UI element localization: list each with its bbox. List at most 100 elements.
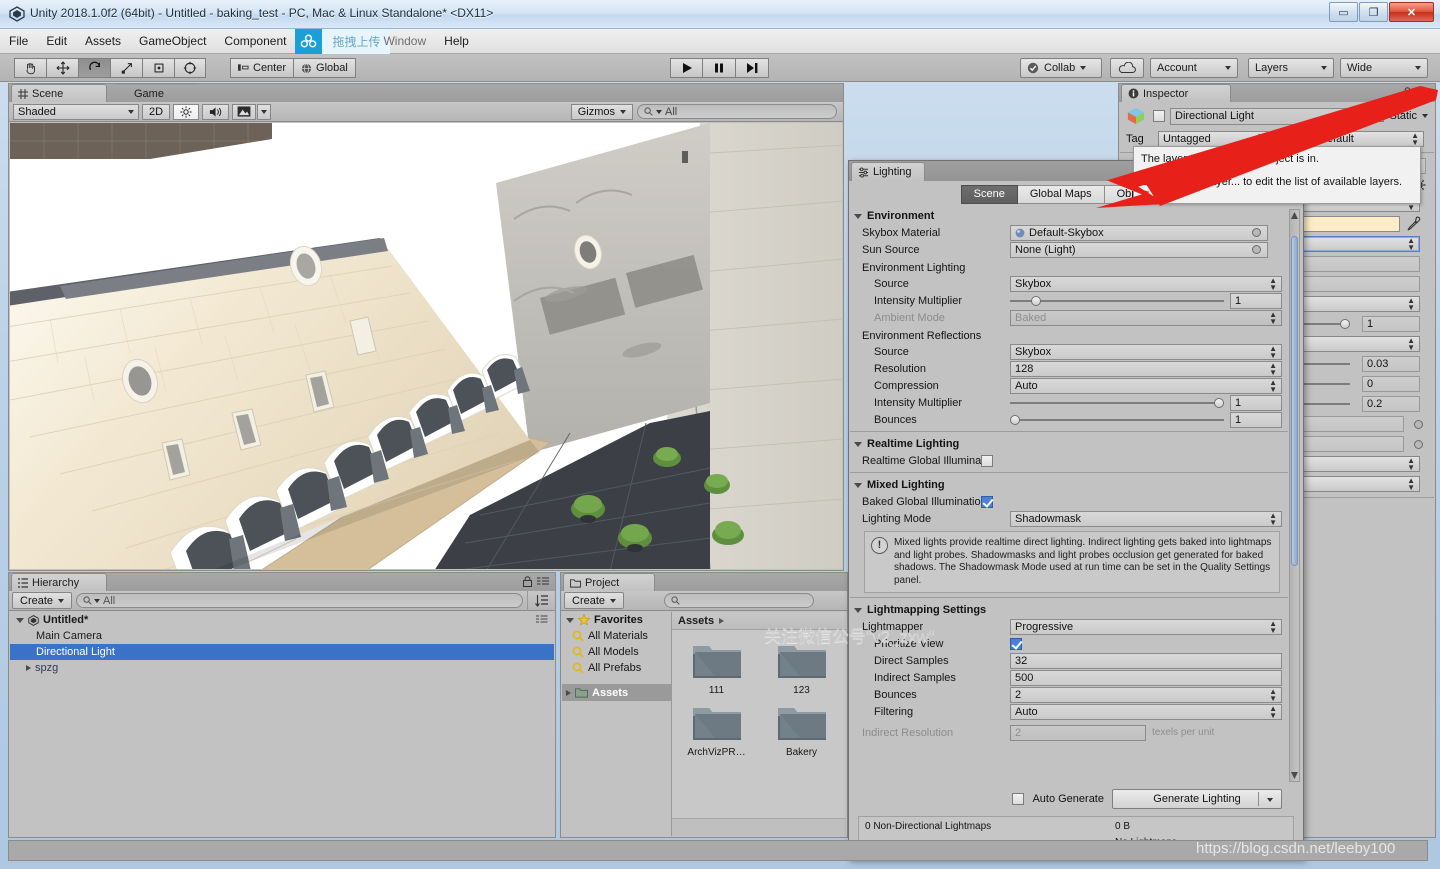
section-lightmapping-settings[interactable]: Lightmapping Settings	[850, 601, 1288, 618]
tab-lighting[interactable]: Lighting	[851, 162, 925, 181]
favorite-all-materials[interactable]: All Materials	[562, 628, 671, 644]
section-realtime-lighting[interactable]: Realtime Lighting	[850, 435, 1288, 452]
prioritize-view-checkbox[interactable]	[1010, 637, 1022, 650]
tab-inspector[interactable]: Inspector	[1121, 84, 1231, 102]
menu-edit[interactable]: Edit	[37, 31, 76, 51]
scene-viewport[interactable]	[10, 123, 842, 569]
object-picker-icon[interactable]	[1252, 245, 1261, 254]
chevron-right-icon[interactable]	[26, 665, 31, 671]
folder-item[interactable]: ArchVizPR…	[676, 700, 757, 758]
layers-button[interactable]: Layers	[1248, 58, 1334, 78]
project-assets-tree-item[interactable]: Assets	[562, 684, 671, 701]
lock-icon[interactable]	[523, 576, 532, 587]
hierarchy-item-spzg[interactable]: spzg	[10, 660, 554, 676]
section-environment[interactable]: Environment	[850, 207, 1288, 224]
generate-lighting-caret-icon[interactable]	[1267, 798, 1273, 802]
section-mixed-lighting[interactable]: Mixed Lighting	[850, 476, 1288, 493]
eyedropper-icon[interactable]	[1406, 216, 1422, 232]
direct-samples-field[interactable]: 32	[1010, 652, 1282, 669]
project-search-input[interactable]	[664, 593, 815, 608]
hand-tool-button[interactable]	[14, 58, 46, 78]
auto-generate-checkbox[interactable]	[1012, 793, 1025, 805]
sun-source-field[interactable]: None (Light)	[1010, 241, 1268, 258]
hierarchy-create-button[interactable]: Create	[12, 592, 73, 609]
menu-gameobject[interactable]: GameObject	[130, 31, 215, 51]
move-tool-button[interactable]	[46, 58, 78, 78]
transform-tool-button[interactable]	[174, 58, 206, 78]
layout-button[interactable]: Wide	[1340, 58, 1428, 78]
gameobject-enabled-checkbox[interactable]	[1153, 110, 1165, 122]
static-checkbox[interactable]	[1372, 110, 1385, 122]
baked-gi-checkbox[interactable]	[980, 495, 993, 508]
hierarchy-sort-button[interactable]	[527, 590, 555, 611]
project-tree[interactable]: Favorites All Materials All Models All P…	[562, 612, 672, 836]
pivot-mode-button[interactable]: Center	[230, 58, 295, 78]
refl-intensity-slider[interactable]	[1010, 397, 1224, 408]
collab-button[interactable]: Collab	[1020, 58, 1102, 78]
scene-audio-toggle[interactable]	[202, 103, 230, 120]
scene-effects-caret[interactable]	[257, 103, 272, 120]
refl-intensity-value[interactable]: 1	[1230, 394, 1282, 411]
draw-mode-dropdown[interactable]: Shaded	[13, 103, 139, 120]
folder-item[interactable]: Bakery	[761, 700, 842, 758]
menu-window[interactable]: Window	[374, 31, 435, 51]
account-button[interactable]: Account	[1150, 58, 1238, 78]
gizmos-button[interactable]: Gizmos	[570, 103, 633, 120]
refl-compression-dropdown[interactable]: Auto ▲ ▼	[1010, 377, 1282, 394]
hierarchy-tree[interactable]: Untitled* Main Camera Directional Light …	[10, 612, 554, 836]
menu-component[interactable]: Component	[215, 31, 295, 51]
env-intensity-slider[interactable]	[1010, 295, 1224, 306]
env-intensity-value[interactable]: 1	[1230, 292, 1282, 309]
filtering-dropdown[interactable]: Auto ▲ ▼	[1010, 703, 1282, 720]
panel-menu-icon[interactable]	[1417, 88, 1429, 97]
pause-button[interactable]	[703, 58, 736, 78]
tab-scene[interactable]: Scene	[11, 84, 107, 102]
normal-bias-value[interactable]: 0	[1362, 376, 1420, 392]
scale-tool-button[interactable]	[110, 58, 142, 78]
close-button[interactable]: ✕	[1389, 2, 1434, 22]
cloud-button[interactable]	[1110, 58, 1144, 78]
slider-knob[interactable]	[1214, 397, 1224, 408]
scroll-down-arrow-icon[interactable]	[1291, 770, 1298, 780]
realtime-gi-checkbox[interactable]	[981, 454, 994, 467]
step-button[interactable]	[736, 58, 769, 78]
play-button[interactable]	[670, 58, 703, 78]
rotate-tool-button[interactable]	[78, 58, 110, 78]
tab-lighting-global-maps[interactable]: Global Maps	[1017, 184, 1105, 204]
refl-resolution-dropdown[interactable]: 128 ▲ ▼	[1010, 360, 1282, 377]
lock-icon[interactable]	[1403, 87, 1412, 98]
object-picker-icon[interactable]	[1414, 439, 1423, 449]
minimize-button[interactable]: ▭	[1329, 2, 1358, 22]
folder-item[interactable]: 111	[676, 638, 757, 696]
skybox-material-field[interactable]: Default-Skybox	[1010, 224, 1268, 241]
menu-file[interactable]: File	[0, 31, 37, 51]
near-plane-value[interactable]: 0.2	[1362, 396, 1420, 412]
object-picker-icon[interactable]	[1414, 419, 1423, 429]
maximize-button[interactable]: ❐	[1359, 2, 1388, 22]
slider-knob[interactable]	[1010, 414, 1020, 425]
scene-search-input[interactable]: All	[637, 104, 837, 119]
favorites-root[interactable]: Favorites	[562, 612, 671, 628]
scene-context-menu-icon[interactable]	[536, 614, 548, 626]
scene-effects-toggle[interactable]	[232, 103, 257, 120]
indirect-samples-field[interactable]: 500	[1010, 669, 1282, 686]
pivot-rotation-button[interactable]: Global	[294, 58, 356, 78]
bias-value[interactable]: 0.03	[1362, 356, 1420, 372]
hierarchy-item-directional-light[interactable]: Directional Light	[10, 644, 554, 660]
menu-help[interactable]: Help	[435, 31, 478, 51]
slider-knob[interactable]	[1031, 295, 1042, 306]
menu-assets[interactable]: Assets	[76, 31, 130, 51]
hierarchy-scene-root[interactable]: Untitled*	[10, 612, 554, 628]
tab-game[interactable]: Game	[113, 84, 199, 102]
refl-bounces-slider[interactable]	[1010, 414, 1224, 425]
lighting-scrollbar[interactable]	[1289, 209, 1300, 782]
refl-source-dropdown[interactable]: Skybox ▲ ▼	[1010, 343, 1282, 360]
project-create-button[interactable]: Create	[564, 592, 625, 609]
scroll-up-arrow-icon[interactable]	[1291, 211, 1298, 221]
lm-bounces-dropdown[interactable]: 2 ▲ ▼	[1010, 686, 1282, 703]
object-picker-icon[interactable]	[1252, 228, 1261, 237]
refl-bounces-value[interactable]: 1	[1230, 411, 1282, 428]
lightmapper-dropdown[interactable]: Progressive ▲ ▼	[1010, 618, 1282, 635]
rect-tool-button[interactable]	[142, 58, 174, 78]
tab-project[interactable]: Project	[563, 573, 655, 591]
